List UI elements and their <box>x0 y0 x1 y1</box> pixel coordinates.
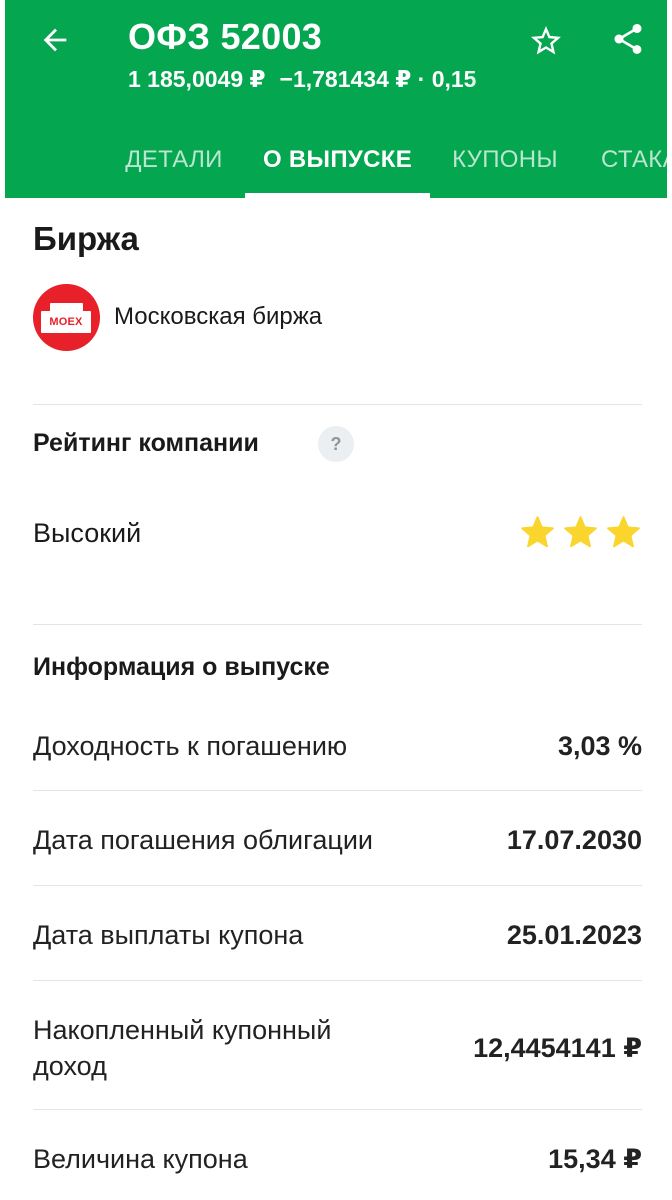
tab-bar: ДЕТАЛИ О ВЫПУСКЕ КУПОНЫ СТАКАН <box>5 122 667 198</box>
share-button[interactable] <box>605 16 651 62</box>
info-row-value: 25.01.2023 <box>506 919 642 950</box>
tab-coupons[interactable]: КУПОНЫ <box>430 122 580 198</box>
info-row-value: 12,4454141 ₽ <box>473 1032 642 1063</box>
info-row-maturity-date: Дата погашения облигации 17.07.2030 <box>33 820 642 860</box>
divider <box>33 624 642 625</box>
app-bar: ОФЗ 52003 1 185,0049 ₽ −1,781434 ₽ · 0,15… <box>5 0 667 198</box>
share-icon <box>614 24 642 54</box>
info-row-label: Дата погашения облигации <box>33 825 373 855</box>
info-row-label: Доходность к погашению <box>33 731 348 761</box>
favorite-button[interactable] <box>523 18 569 64</box>
info-row-yield: Доходность к погашению 3,03 % <box>33 726 642 766</box>
info-row-accrued-interest: Накопленный купонный доход 12,4454141 ₽ <box>33 1010 642 1086</box>
exchange-name: Московская биржа <box>114 303 323 330</box>
moex-logo: MOEX <box>33 283 100 351</box>
tab-about-issue[interactable]: О ВЫПУСКЕ <box>245 122 430 198</box>
back-button[interactable] <box>33 18 77 62</box>
star-filled-icon <box>607 516 640 548</box>
info-row-value: 17.07.2030 <box>506 824 642 855</box>
info-row-label: Накопленный купонный доход <box>33 1015 332 1081</box>
rating-level: Высокий <box>33 518 142 548</box>
rating-stars <box>519 514 642 551</box>
exchange-heading: Биржа <box>33 220 139 257</box>
moex-logo-text: MOEX <box>41 310 91 333</box>
info-row-coupon-value: Величина купона 15,34 ₽ <box>33 1139 642 1179</box>
divider <box>33 790 642 791</box>
current-price: 1 185,0049 ₽ <box>128 66 266 92</box>
price-change: −1,781434 ₽ · 0,15 <box>279 66 477 92</box>
issue-info-heading: Информация о выпуске <box>33 653 330 681</box>
star-outline-icon <box>531 26 561 55</box>
tab-details[interactable]: ДЕТАЛИ <box>103 122 245 198</box>
info-row-coupon-date: Дата выплаты купона 25.01.2023 <box>33 915 642 955</box>
star-filled-icon <box>521 516 554 548</box>
rating-heading: Рейтинг компании <box>33 429 259 457</box>
exchange-item[interactable]: MOEX Московская биржа <box>33 283 322 351</box>
info-row-value: 3,03 % <box>557 730 642 761</box>
divider <box>33 885 642 886</box>
divider <box>33 1109 642 1110</box>
info-row-label: Величина купона <box>33 1144 248 1174</box>
tab-order-book[interactable]: СТАКАН <box>580 122 667 198</box>
arrow-back-icon <box>43 28 67 52</box>
price-summary: 1 185,0049 ₽ −1,781434 ₽ · 0,15 <box>128 66 513 93</box>
divider <box>33 404 642 405</box>
divider <box>33 980 642 981</box>
info-row-value: 15,34 ₽ <box>548 1143 642 1174</box>
bond-title: ОФЗ 52003 <box>128 16 323 57</box>
rating-help-button[interactable]: ? <box>318 426 354 462</box>
star-filled-icon <box>564 516 597 548</box>
info-row-label: Дата выплаты купона <box>33 920 304 950</box>
